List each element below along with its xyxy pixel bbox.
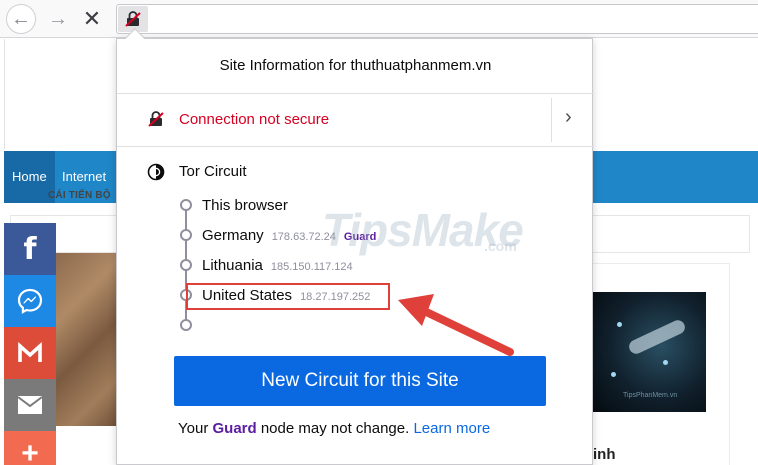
stop-button[interactable]: ✕	[78, 5, 106, 33]
gmail-share-button[interactable]	[4, 327, 56, 379]
new-circuit-button[interactable]: New Circuit for this Site	[174, 356, 546, 406]
forward-button[interactable]: →	[44, 5, 72, 33]
circuit-node-dot	[180, 259, 192, 271]
circuit-node-browser: This browser	[202, 197, 288, 214]
article-heading-fragment[interactable]: inh	[593, 446, 616, 463]
insecure-lock-icon	[148, 111, 164, 127]
circuit-node-lithuania: Lithuania 185.150.117.124	[202, 257, 353, 274]
browser-toolbar: ← → ✕	[0, 0, 758, 38]
node-name: This browser	[202, 197, 288, 214]
connection-security-row[interactable]: Connection not secure ›	[117, 94, 594, 146]
node-name: Germany	[202, 227, 264, 244]
light-dot	[611, 372, 616, 377]
more-icon: +	[21, 437, 39, 465]
hand-shape	[626, 317, 688, 357]
article-image-wood[interactable]	[56, 253, 118, 426]
light-dot	[663, 360, 668, 365]
node-name: Lithuania	[202, 257, 263, 274]
connection-status-label: Connection not secure	[179, 111, 330, 128]
tipsmake-watermark-suffix: .com	[484, 238, 517, 254]
light-dot	[617, 322, 622, 327]
facebook-icon: f	[23, 231, 37, 267]
messenger-share-button[interactable]	[4, 275, 56, 327]
circuit-node-dot	[180, 199, 192, 211]
gmail-icon	[18, 342, 42, 362]
divider	[117, 146, 594, 147]
guard-note-guard: Guard	[212, 420, 257, 437]
thumbnail-watermark: TipsPhanMem.vn	[623, 392, 678, 399]
messenger-icon	[17, 288, 43, 314]
email-icon	[17, 396, 43, 414]
annotation-arrow-icon	[398, 294, 514, 356]
insecure-lock-icon	[125, 11, 141, 27]
learn-more-link[interactable]: Learn more	[413, 420, 490, 437]
ticker-text: CÁI TIẾN BỘ	[48, 190, 111, 201]
email-share-button[interactable]	[4, 379, 56, 431]
guard-note-pre: Your	[178, 420, 213, 437]
row-divider	[551, 98, 552, 142]
guard-note: Your Guard node may not change. Learn mo…	[178, 420, 490, 437]
forward-arrow-icon: →	[48, 7, 68, 30]
tor-circuit-title: Tor Circuit	[179, 163, 247, 180]
back-button[interactable]: ←	[6, 4, 36, 34]
guard-note-mid: node may not change.	[256, 420, 414, 437]
node-ip: 185.150.117.124	[270, 261, 353, 273]
circuit-node-dot	[180, 229, 192, 241]
url-bar[interactable]	[116, 4, 758, 34]
stop-icon: ✕	[82, 6, 102, 31]
site-identity-button[interactable]	[118, 6, 148, 32]
chevron-right-icon[interactable]: ›	[565, 106, 572, 129]
facebook-share-button[interactable]: f	[4, 223, 56, 275]
back-arrow-icon: ←	[11, 7, 31, 30]
circuit-node-dot	[180, 319, 192, 331]
annotation-highlight-box	[186, 283, 390, 310]
more-share-button[interactable]: +	[4, 431, 56, 465]
panel-title: Site Information for thuthuatphanmem.vn	[219, 57, 492, 74]
tor-onion-icon	[147, 163, 165, 181]
article-thumbnail[interactable]: TipsPhanMem.vn	[593, 292, 706, 412]
